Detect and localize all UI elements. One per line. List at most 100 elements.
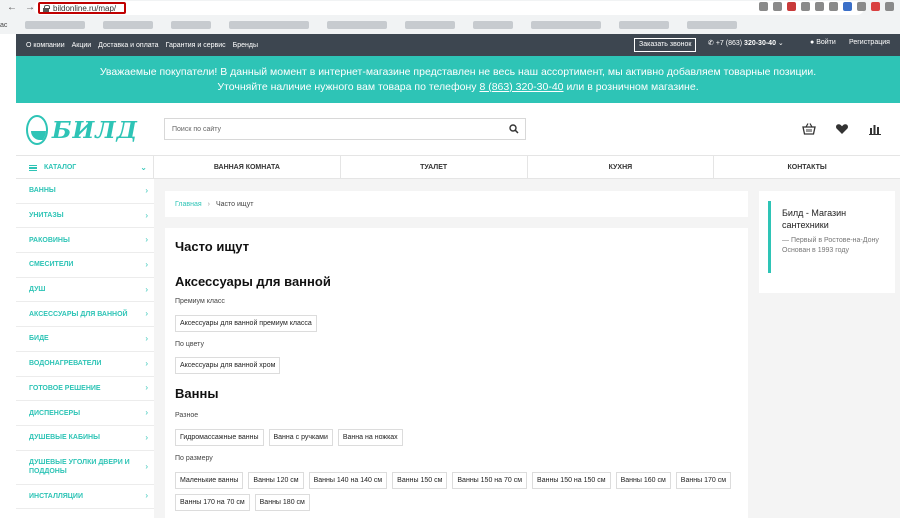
notice-phone-link[interactable]: 8 (863) 320-30-40 [479, 81, 563, 93]
bookmark[interactable] [327, 21, 388, 29]
extension-icon[interactable] [759, 2, 768, 11]
sidebar-item-toilets[interactable]: УНИТАЗЫ › [16, 204, 154, 229]
topbar-link-promos[interactable]: Акции [72, 42, 92, 49]
sidebar-item-baths[interactable]: ВАННЫ › [16, 179, 154, 204]
address-bar[interactable] [34, 1, 864, 15]
bookmark[interactable] [687, 21, 738, 29]
sidebar-item-shower[interactable]: ДУШ › [16, 278, 154, 303]
phone-number: 320-30-40 [744, 40, 776, 47]
extension-icon[interactable] [843, 2, 852, 11]
topbar-link-about[interactable]: О компании [26, 42, 65, 49]
chevron-right-icon: › [145, 358, 148, 368]
lock-icon [43, 4, 50, 12]
bookmark[interactable] [171, 21, 212, 29]
topcat-kitchen[interactable]: КУХНЯ [528, 156, 715, 179]
logo-text: БИЛД [51, 116, 138, 144]
callback-button[interactable]: Заказать звонок [634, 38, 697, 52]
tag-link[interactable]: Ванны 140 на 140 см [308, 472, 388, 489]
url-text: bildonline.ru/map/ [53, 3, 117, 13]
sidebar-item-sinks[interactable]: РАКОВИНЫ › [16, 228, 154, 254]
bookmark[interactable]: ac [0, 22, 7, 29]
sidebar-item-label: ВОДОНАГРЕВАТЕЛИ [29, 360, 102, 368]
burger-icon [29, 164, 37, 171]
compare-icon[interactable] [868, 122, 882, 136]
back-icon[interactable]: ← [6, 2, 18, 14]
group-label: Премиум класс [175, 298, 225, 305]
extension-icon[interactable] [801, 2, 810, 11]
extensions-bar [759, 2, 894, 11]
login-link[interactable]: ● Войти [810, 39, 836, 46]
sidebar-item-shower-cabins[interactable]: ДУШЕВЫЕ КАБИНЫ › [16, 426, 154, 451]
sidebar-item-shower-corners[interactable]: ДУШЕВЫЕ УГОЛКИ ДВЕРИ И ПОДДОНЫ › [16, 451, 154, 485]
bookmark[interactable] [619, 21, 670, 29]
section-heading: Аксессуары для ванной [175, 274, 331, 289]
category-bar: КАТАЛОГ ⌄ ВАННАЯ КОМНАТА ТУАЛЕТ КУХНЯ КО… [16, 155, 900, 179]
topcat-contacts[interactable]: КОНТАКТЫ [714, 156, 900, 179]
bookmark[interactable] [103, 21, 154, 29]
sidebar-item-ready-solution[interactable]: ГОТОВОЕ РЕШЕНИЕ › [16, 377, 154, 402]
tag-link[interactable]: Маленькие ванны [175, 472, 244, 489]
content-card: Часто ищут Аксессуары для ванной Премиум… [165, 228, 748, 518]
sidebar-item-bath-accessories[interactable]: АКСЕССУАРЫ ДЛЯ ВАННОЙ › [16, 302, 154, 328]
search-button[interactable] [503, 119, 525, 139]
tag-link[interactable]: Ванны 150 см [392, 472, 448, 489]
register-link[interactable]: Регистрация [849, 39, 890, 46]
sidebar-item-bidet[interactable]: БИДЕ › [16, 327, 154, 352]
breadcrumb-home-link[interactable]: Главная [175, 201, 202, 208]
site-logo[interactable]: БИЛД [26, 114, 138, 146]
bookmark[interactable] [25, 21, 86, 29]
topbar-link-brands[interactable]: Бренды [233, 42, 258, 49]
info-accent-bar [768, 201, 771, 273]
phone-icon: ✆ [708, 40, 716, 47]
sidebar-item-water-heaters[interactable]: ВОДОНАГРЕВАТЕЛИ › [16, 352, 154, 377]
sidebar-item-label: ДУШЕВЫЕ КАБИНЫ [29, 434, 100, 442]
sidebar-item-label: БИДЕ [29, 335, 49, 343]
sidebar-item-label: СМЕСИТЕЛИ [29, 261, 74, 269]
catalog-button[interactable]: КАТАЛОГ ⌄ [16, 156, 154, 179]
catalog-sidebar: ВАННЫ › УНИТАЗЫ › РАКОВИНЫ › СМЕСИТЕЛИ › ДУШ… [16, 179, 154, 518]
bookmark[interactable] [531, 21, 602, 29]
tag-link[interactable]: Ванны 120 см [248, 472, 304, 489]
url-highlight[interactable]: bildonline.ru/map/ [38, 2, 126, 14]
phone-link[interactable]: ✆ +7 (863) 320-30-40 ⌄ [708, 39, 784, 47]
tag-link[interactable]: Ванны 170 на 70 см [175, 494, 250, 511]
bookmark[interactable] [405, 21, 456, 29]
tag-link[interactable]: Ванна на ножках [337, 429, 403, 446]
extension-icon[interactable] [829, 2, 838, 11]
tag-link[interactable]: Ванны 160 см [615, 472, 671, 489]
topbar-link-delivery[interactable]: Доставка и оплата [98, 42, 158, 49]
bookmark[interactable] [473, 21, 514, 29]
sidebar-item-dispensers[interactable]: ДИСПЕНСЕРЫ › [16, 401, 154, 426]
group-label: Разное [175, 412, 199, 419]
chevron-down-icon: ⌄ [140, 163, 147, 172]
tag-link[interactable]: Аксессуары для ванной премиум класса [175, 315, 317, 332]
extension-icon[interactable] [815, 2, 824, 11]
heart-icon[interactable] [835, 122, 849, 136]
extension-icon[interactable] [885, 2, 894, 11]
topcat-bathroom[interactable]: ВАННАЯ КОМНАТА [154, 156, 341, 179]
tag-link[interactable]: Ванны 150 на 70 см [452, 472, 528, 489]
tag-link[interactable]: Аксессуары для ванной хром [175, 357, 281, 374]
tag-link[interactable]: Ванны 180 см [254, 494, 310, 511]
store-info-card: Билд - Магазин сантехники — Первый в Рос… [759, 191, 895, 293]
notice-text-after: или в розничном магазине. [566, 80, 699, 93]
sidebar-item-mixers[interactable]: СМЕСИТЕЛИ › [16, 253, 154, 278]
sidebar-item-installations[interactable]: ИНСТАЛЛЯЦИИ › [16, 485, 154, 510]
extension-icon[interactable] [871, 2, 880, 11]
sidebar-item-label: ДУШ [29, 286, 46, 294]
tag-link[interactable]: Гидромассажные ванны [175, 429, 264, 446]
notice-banner: Уважаемые покупатели! В данный момент в … [16, 56, 900, 103]
topcat-toilet[interactable]: ТУАЛЕТ [341, 156, 528, 179]
tag-list: Аксессуары для ванной хром [175, 357, 735, 374]
topbar-link-warranty[interactable]: Гарантия и сервис [166, 42, 226, 49]
bookmark[interactable] [229, 21, 310, 29]
search-icon [509, 124, 519, 134]
search-input[interactable] [165, 120, 503, 138]
tag-link[interactable]: Ванна с ручками [268, 429, 333, 446]
extension-icon[interactable] [787, 2, 796, 11]
basket-icon[interactable] [802, 122, 816, 136]
extension-icon[interactable] [857, 2, 866, 11]
extension-icon[interactable] [773, 2, 782, 11]
tag-link[interactable]: Ванны 150 на 150 см [532, 472, 611, 489]
tag-link[interactable]: Ванны 170 см [675, 472, 732, 489]
